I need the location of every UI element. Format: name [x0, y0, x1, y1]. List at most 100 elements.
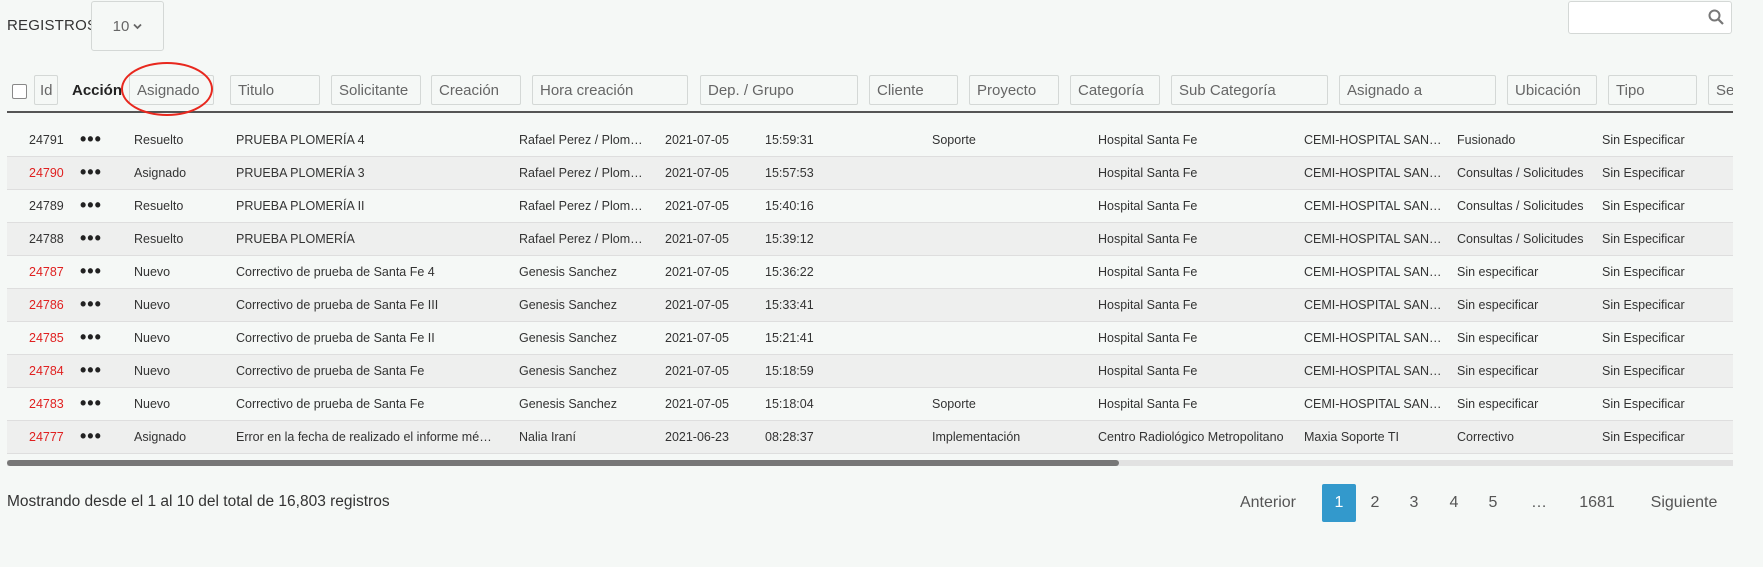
cell-proyecto: Soporte — [932, 397, 976, 411]
more-actions-icon[interactable]: ••• — [80, 322, 110, 355]
cell-titulo: Correctivo de prueba de Santa Fe — [236, 364, 425, 378]
cell-hora: 15:36:22 — [765, 265, 814, 279]
cell-categoria: Sin especificar — [1457, 364, 1539, 378]
filter-solicitante[interactable]: Solicitante — [331, 75, 421, 105]
cell-proyecto — [932, 223, 1092, 256]
pagination-page-3[interactable]: 3 — [1397, 484, 1431, 522]
filter-asignado[interactable]: Asignado — [129, 75, 214, 105]
cell-estado: Resuelto — [134, 133, 184, 147]
filter-hora-creacion[interactable]: Hora creación — [532, 75, 688, 105]
cell-cliente: CEMI-HOSPITAL SANTA FE — [1304, 199, 1446, 213]
cell-fecha: 2021-07-05 — [665, 364, 729, 378]
table-row[interactable]: 24789 ••• Resuelto PRUEBA PLOMERÍA II Rafael… — [7, 190, 1733, 223]
more-actions-icon[interactable]: ••• — [80, 223, 110, 256]
pagination-page-5[interactable]: 5 — [1476, 484, 1510, 522]
filter-tipo[interactable]: Tipo — [1608, 75, 1697, 105]
table-row[interactable]: 24777 ••• Asignado Error en la fecha de rea… — [7, 421, 1733, 454]
cell-cliente: CEMI-HOSPITAL SANTA FE — [1304, 331, 1446, 345]
table-row[interactable]: 24783 ••• Nuevo Correctivo de prueba de San… — [7, 388, 1733, 421]
cell-proyecto: Implementación — [932, 430, 1021, 444]
cell-hora: 15:21:41 — [765, 331, 814, 345]
cell-ubicacion: Hospital Santa Fe — [1098, 166, 1198, 180]
cell-categoria: Sin especificar — [1457, 298, 1539, 312]
cell-cliente: CEMI-HOSPITAL SANTA FE — [1304, 265, 1446, 279]
chevron-down-icon — [133, 23, 142, 29]
cell-hora: 08:28:37 — [765, 430, 814, 444]
more-actions-icon[interactable]: ••• — [80, 256, 110, 289]
filter-titulo[interactable]: Titulo — [230, 75, 320, 105]
more-actions-icon[interactable]: ••• — [80, 190, 110, 223]
cell-hora: 15:18:59 — [765, 364, 814, 378]
filter-creacion[interactable]: Creación — [431, 75, 521, 105]
more-actions-icon[interactable]: ••• — [80, 388, 110, 421]
table-row[interactable]: 24786 ••• Nuevo Correctivo de prueba de San… — [7, 289, 1733, 322]
filter-ubicacion[interactable]: Ubicación — [1507, 75, 1597, 105]
cell-titulo: PRUEBA PLOMERÍA — [236, 232, 355, 246]
records-label: REGISTROS — [7, 16, 98, 34]
cell-proyecto — [932, 322, 1092, 355]
more-actions-icon[interactable]: ••• — [80, 355, 110, 388]
table-row[interactable]: 24790 ••• Asignado PRUEBA PLOMERÍA 3 Rafael … — [7, 157, 1733, 190]
search-icon[interactable] — [1708, 9, 1724, 25]
filter-proyecto[interactable]: Proyecto — [969, 75, 1059, 105]
cell-ubicacion: Centro Radiológico Metropolitano — [1098, 430, 1284, 444]
cell-tipo: Sin Especificar — [1602, 265, 1685, 279]
pagination-page-1[interactable]: 1 — [1322, 484, 1356, 522]
cell-titulo: Correctivo de prueba de Santa Fe 4 — [236, 265, 435, 279]
cell-tipo: Sin Especificar — [1602, 364, 1685, 378]
pagination-ellipsis: … — [1531, 494, 1547, 511]
pagination-page-4[interactable]: 4 — [1437, 484, 1471, 522]
cell-hora: 15:40:16 — [765, 199, 814, 213]
cell-id: 24783 — [29, 397, 64, 411]
filter-sub-categoria[interactable]: Sub Categoría — [1171, 75, 1328, 105]
cell-proyecto — [932, 190, 1092, 223]
more-actions-icon[interactable]: ••• — [80, 421, 110, 454]
cell-titulo: PRUEBA PLOMERÍA 3 — [236, 166, 365, 180]
page-size-select[interactable]: 10 — [91, 1, 164, 51]
search-input[interactable] — [1568, 1, 1732, 34]
filter-dep-grupo[interactable]: Dep. / Grupo — [700, 75, 858, 105]
cell-fecha: 2021-07-05 — [665, 232, 729, 246]
cell-fecha: 2021-07-05 — [665, 331, 729, 345]
cell-categoria: Sin especificar — [1457, 331, 1539, 345]
filter-cliente[interactable]: Cliente — [869, 75, 958, 105]
cell-ubicacion: Hospital Santa Fe — [1098, 298, 1198, 312]
cell-hora: 15:57:53 — [765, 166, 814, 180]
cell-proyecto — [932, 256, 1092, 289]
more-actions-icon[interactable]: ••• — [80, 157, 110, 190]
cell-id: 24784 — [29, 364, 64, 378]
filter-asignado-a[interactable]: Asignado a — [1339, 75, 1496, 105]
select-all-checkbox[interactable] — [12, 84, 27, 99]
table-row[interactable]: 24787 ••• Nuevo Correctivo de prueba de San… — [7, 256, 1733, 289]
cell-solicitante: Nalia Iraní — [519, 430, 576, 444]
pagination-page-2[interactable]: 2 — [1358, 484, 1392, 522]
pagination-previous[interactable]: Anterior — [1232, 484, 1304, 522]
cell-cliente: CEMI-HOSPITAL SANTA FE — [1304, 232, 1446, 246]
cell-cliente: CEMI-HOSPITAL SANTA FE — [1304, 298, 1446, 312]
cell-solicitante: Rafael Perez / Plomeria — [519, 199, 647, 213]
more-actions-icon[interactable]: ••• — [80, 124, 110, 157]
cell-fecha: 2021-07-05 — [665, 166, 729, 180]
pagination-page-last[interactable]: 1681 — [1574, 484, 1620, 522]
filter-se[interactable]: Se — [1708, 75, 1733, 105]
cell-solicitante: Rafael Perez / Plomeria — [519, 232, 647, 246]
more-actions-icon[interactable]: ••• — [80, 289, 110, 322]
cell-titulo: PRUEBA PLOMERÍA 4 — [236, 133, 365, 147]
cell-fecha: 2021-06-23 — [665, 430, 729, 444]
scrollbar-thumb[interactable] — [7, 460, 1119, 466]
cell-estado: Asignado — [134, 430, 187, 444]
cell-titulo: Error en la fecha de realizado el inform… — [236, 430, 498, 444]
table-row[interactable]: 24785 ••• Nuevo Correctivo de prueba de San… — [7, 322, 1733, 355]
cell-cliente: CEMI-HOSPITAL SANTA FE — [1304, 397, 1446, 411]
page-size-value: 10 — [112, 17, 130, 35]
filter-id[interactable]: Id — [34, 75, 58, 105]
table-row[interactable]: 24791 ••• Resuelto PRUEBA PLOMERÍA 4 Rafael … — [7, 124, 1733, 157]
cell-hora: 15:39:12 — [765, 232, 814, 246]
pagination-next[interactable]: Siguiente — [1644, 484, 1724, 522]
filter-categoria[interactable]: Categoría — [1070, 75, 1160, 105]
table-row[interactable]: 24788 ••• Resuelto PRUEBA PLOMERÍA Rafael Pe… — [7, 223, 1733, 256]
cell-proyecto: Soporte — [932, 133, 976, 147]
cell-estado: Nuevo — [134, 298, 171, 312]
table-row[interactable]: 24784 ••• Nuevo Correctivo de prueba de San… — [7, 355, 1733, 388]
cell-proyecto — [932, 157, 1092, 190]
